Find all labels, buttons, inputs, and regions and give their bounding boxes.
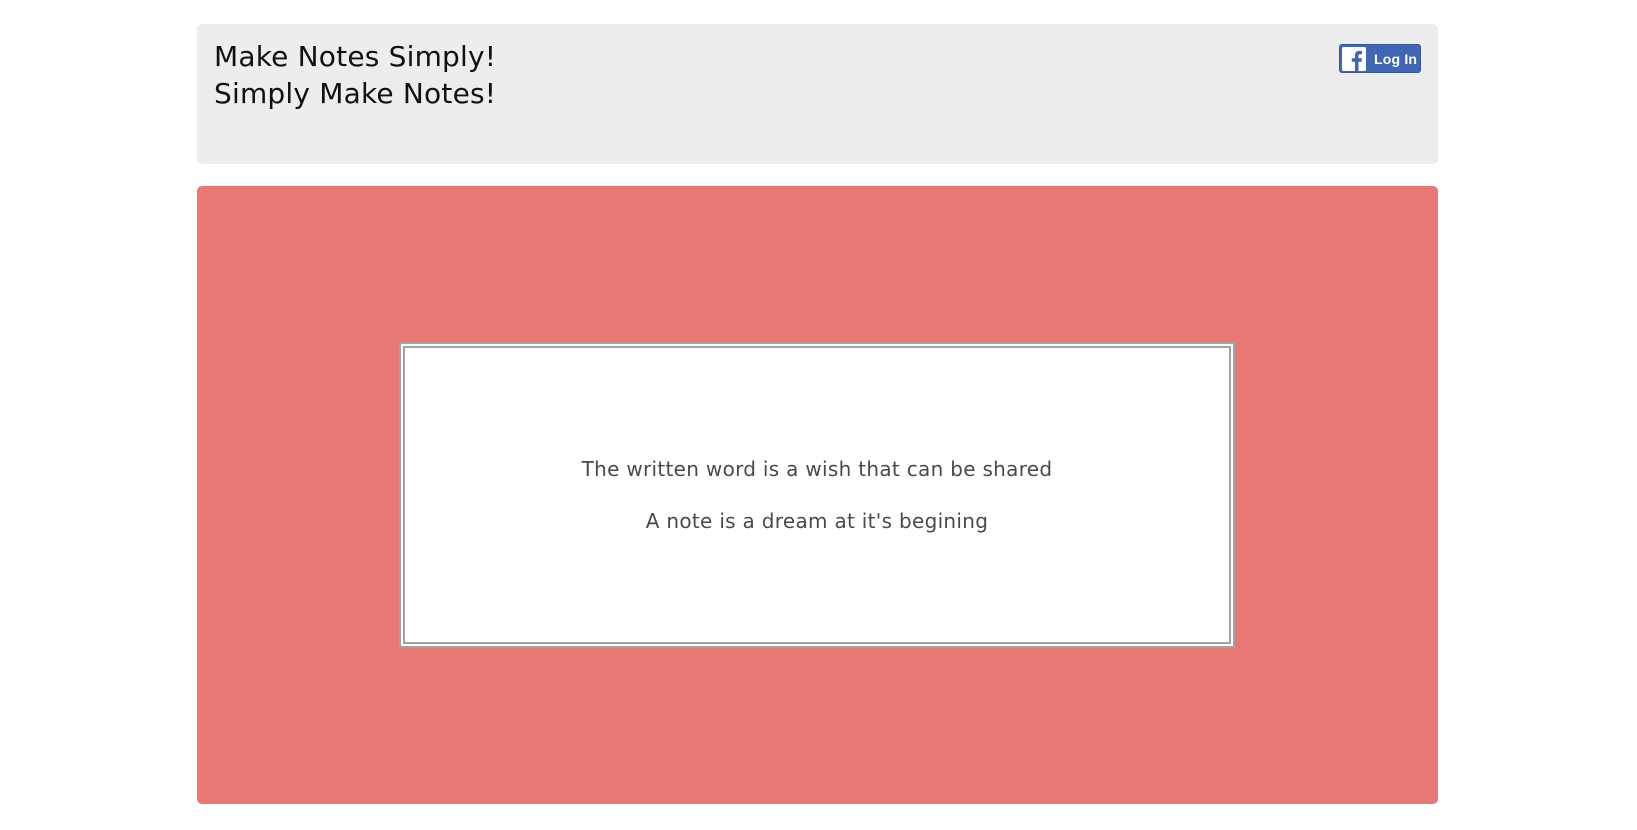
facebook-icon xyxy=(1342,46,1366,71)
header-banner: Make Notes Simply! Simply Make Notes! Lo… xyxy=(197,24,1438,164)
quote-card: The written word is a wish that can be s… xyxy=(399,342,1235,648)
quote-line-2: A note is a dream at it's begining xyxy=(645,509,989,533)
site-tagline: Make Notes Simply! Simply Make Notes! xyxy=(214,38,496,112)
quote-line-1: The written word is a wish that can be s… xyxy=(581,457,1053,481)
tagline-line-1: Make Notes Simply! xyxy=(214,40,497,73)
facebook-login-button[interactable]: Log In xyxy=(1339,44,1421,73)
hero-section: The written word is a wish that can be s… xyxy=(197,186,1438,804)
tagline-line-2: Simply Make Notes! xyxy=(214,77,497,110)
page: Make Notes Simply! Simply Make Notes! Lo… xyxy=(0,0,1637,830)
login-label: Log In xyxy=(1374,50,1418,67)
